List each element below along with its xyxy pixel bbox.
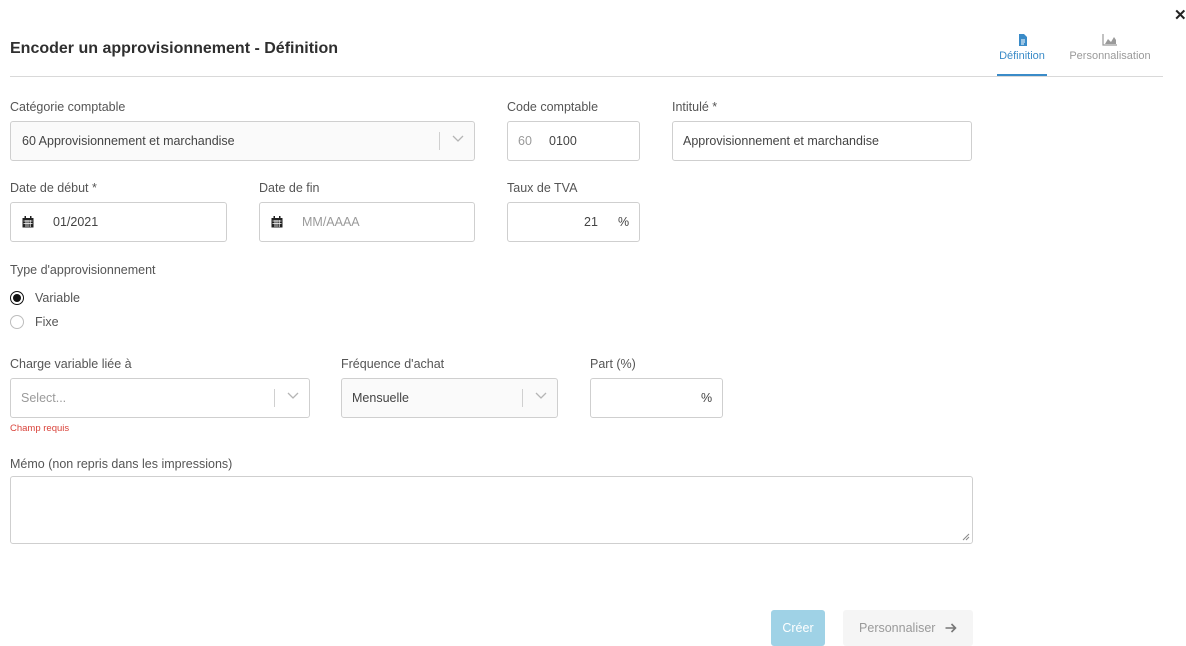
part-input[interactable]: %	[590, 378, 723, 418]
select-separator	[439, 132, 440, 150]
code-label: Code comptable	[507, 100, 599, 114]
header-divider	[10, 76, 1163, 77]
tva-value: 21	[584, 215, 598, 229]
intitule-label: Intitulé *	[672, 100, 718, 114]
close-icon[interactable]: ✕	[1174, 8, 1186, 23]
categorie-value: 60 Approvisionnement et marchandise	[22, 134, 235, 148]
calendar-icon	[22, 216, 34, 228]
frequence-label: Fréquence d'achat	[341, 357, 445, 371]
select-separator	[274, 389, 275, 407]
personnaliser-label: Personnaliser	[859, 621, 936, 635]
resize-handle-icon[interactable]	[962, 533, 970, 541]
charge-label: Charge variable liée à	[10, 357, 132, 371]
categorie-label: Catégorie comptable	[10, 100, 126, 114]
intitule-value: Approvisionnement et marchandise	[683, 134, 879, 148]
tva-input[interactable]: 21 %	[507, 202, 640, 242]
frequence-value: Mensuelle	[352, 391, 409, 405]
tab-definition[interactable]: Définition	[996, 34, 1048, 62]
chevron-down-icon	[452, 135, 464, 142]
radio-variable-label[interactable]: Variable	[35, 291, 80, 305]
calendar-icon	[271, 216, 283, 228]
charge-placeholder: Select...	[21, 391, 67, 405]
categorie-select[interactable]: 60 Approvisionnement et marchandise	[10, 121, 475, 161]
charge-select[interactable]: Select...	[10, 378, 310, 418]
date-fin-label: Date de fin	[259, 181, 320, 195]
code-prefix: 60	[518, 134, 532, 148]
code-value: 0100	[549, 134, 577, 148]
memo-textarea[interactable]	[10, 476, 973, 544]
personnaliser-button[interactable]: Personnaliser	[843, 610, 973, 646]
radio-fixe[interactable]	[10, 315, 24, 329]
tab-label: Personnalisation	[1069, 50, 1151, 62]
area-chart-icon	[1102, 34, 1117, 46]
tab-personnalisation[interactable]: Personnalisation	[1064, 34, 1156, 62]
date-debut-value: 01/2021	[53, 215, 99, 229]
tab-label: Définition	[999, 50, 1045, 62]
frequence-select[interactable]: Mensuelle	[341, 378, 558, 418]
select-separator	[522, 389, 523, 407]
date-debut-input[interactable]: 01/2021	[10, 202, 227, 242]
tva-label: Taux de TVA	[507, 181, 578, 195]
code-field[interactable]: 60 0100	[507, 121, 640, 161]
intitule-input[interactable]: Approvisionnement et marchandise	[672, 121, 972, 161]
page-title: Encoder un approvisionnement - Définitio…	[10, 40, 339, 57]
chevron-down-icon	[287, 392, 299, 399]
arrow-right-icon	[945, 623, 957, 633]
date-fin-placeholder: MM/AAAA	[302, 215, 360, 229]
date-fin-input[interactable]: MM/AAAA	[259, 202, 475, 242]
type-label: Type d'approvisionnement	[10, 263, 156, 277]
create-button[interactable]: Créer	[771, 610, 825, 646]
part-unit: %	[701, 391, 713, 405]
chevron-down-icon	[535, 392, 547, 399]
part-label: Part (%)	[590, 357, 636, 371]
tva-unit: %	[618, 215, 630, 229]
radio-variable[interactable]	[10, 291, 24, 305]
radio-fixe-label[interactable]: Fixe	[35, 315, 59, 329]
charge-error: Champ requis	[10, 423, 70, 434]
date-debut-label: Date de début *	[10, 181, 97, 195]
memo-label: Mémo (non repris dans les impressions)	[10, 457, 233, 471]
document-icon	[1019, 34, 1027, 46]
